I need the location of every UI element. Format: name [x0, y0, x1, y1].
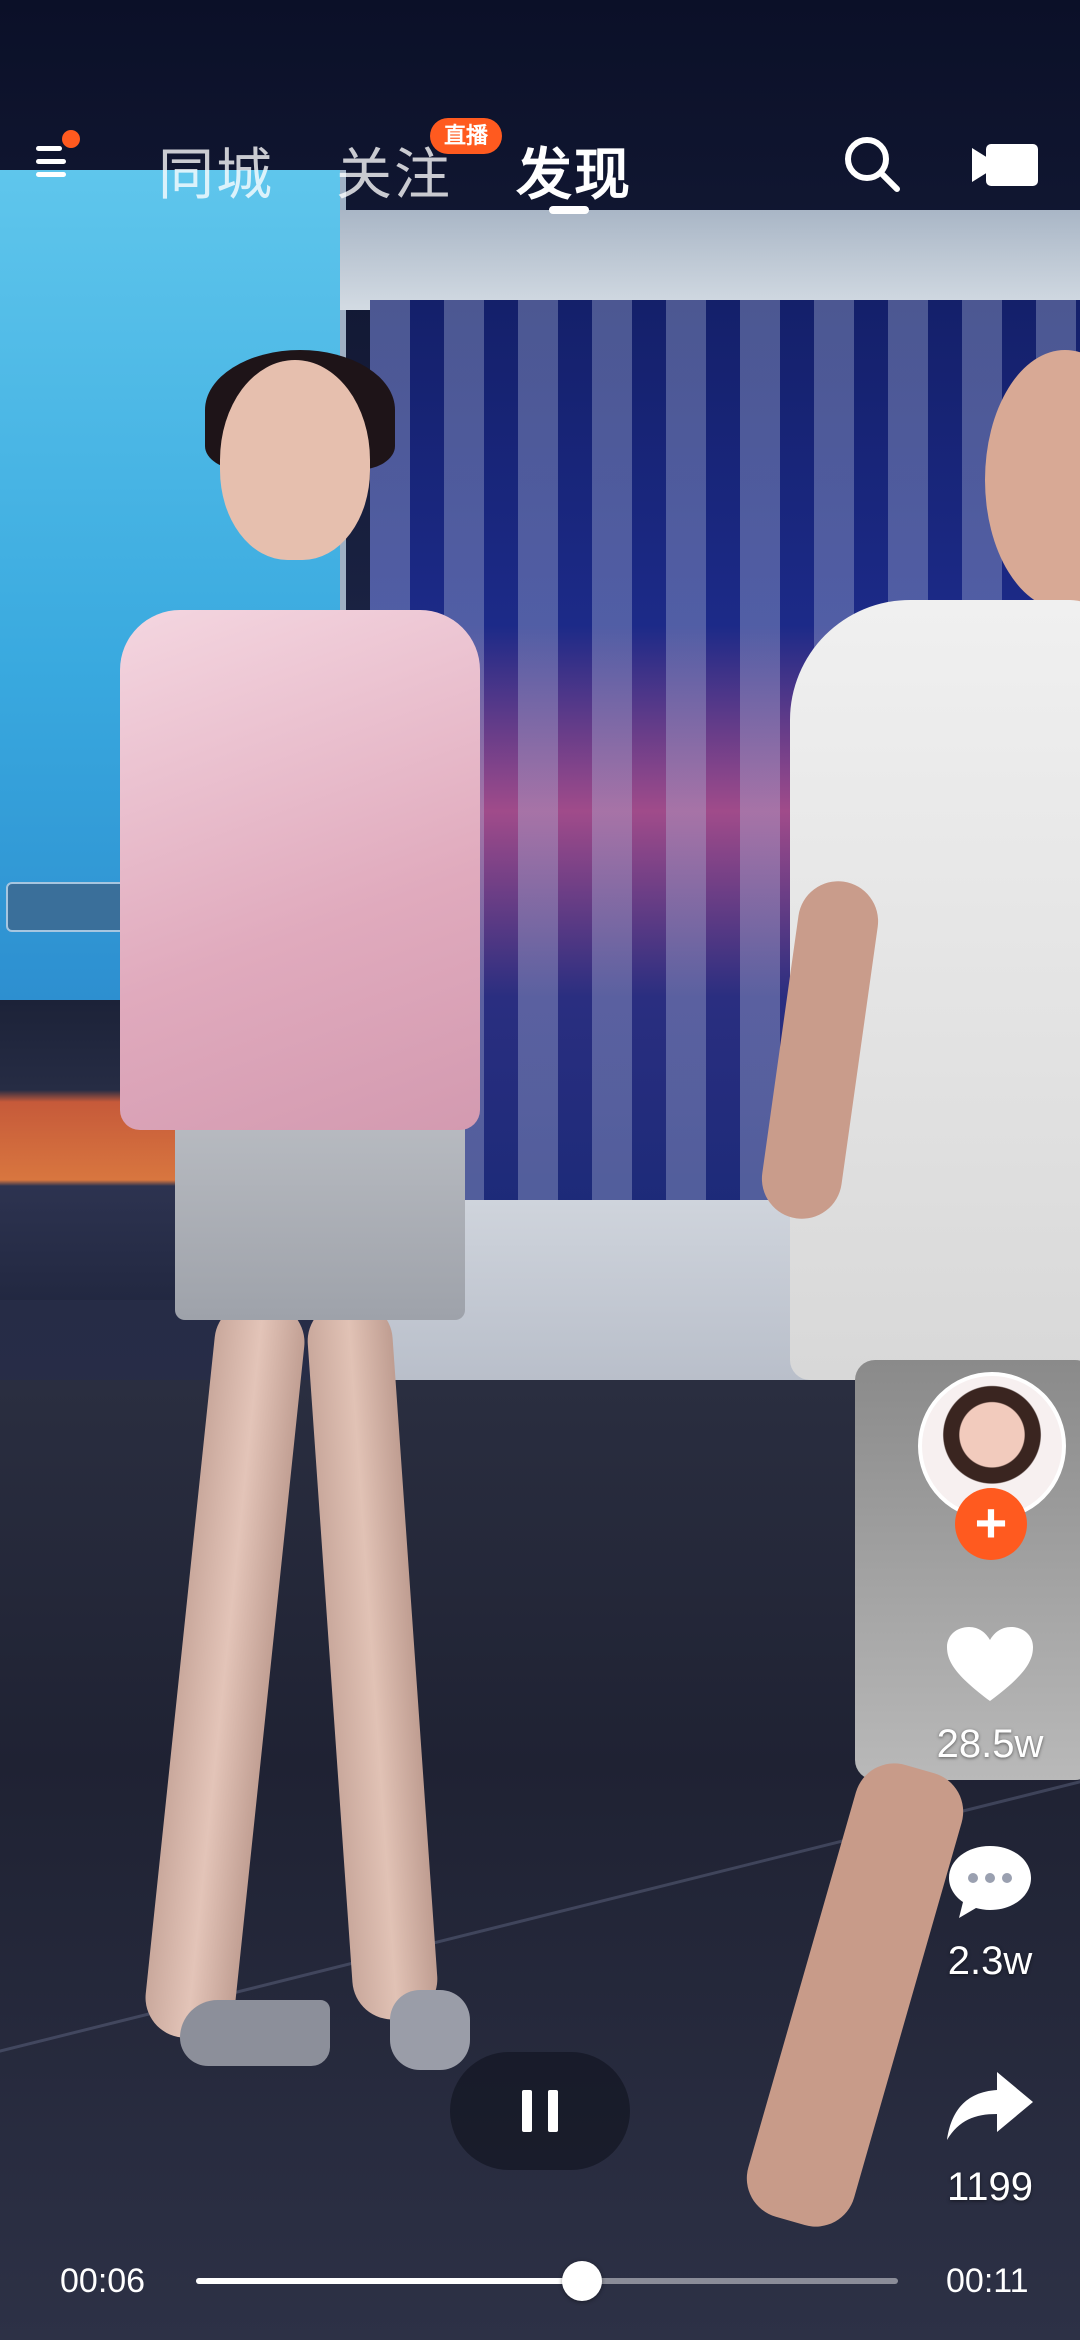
share-count: 1199: [946, 2165, 1033, 2209]
current-time: 00:06: [60, 2262, 146, 2300]
active-tab-indicator: [549, 206, 589, 214]
studio-screen-button: [6, 882, 138, 932]
share-icon: [947, 2072, 1033, 2140]
menu-icon-line: [36, 172, 66, 177]
top-nav: 同城 关注 直播 发现: [0, 110, 1080, 230]
woman-skirt: [175, 1110, 465, 1320]
comment-icon: [949, 1846, 1031, 1918]
heart-icon: [947, 1627, 1033, 1701]
video-frame[interactable]: [0, 0, 1080, 2340]
tab-faxian[interactable]: 发现: [516, 130, 632, 211]
pause-icon-bar: [548, 2090, 558, 2132]
pause-button[interactable]: [450, 2052, 630, 2170]
search-button[interactable]: [840, 132, 904, 196]
total-time: 00:11: [946, 2262, 1029, 2300]
menu-icon: [36, 146, 62, 151]
woman-face: [220, 360, 370, 560]
camera-button[interactable]: [970, 140, 1040, 190]
progress-knob[interactable]: [562, 2261, 603, 2301]
menu-button[interactable]: [32, 130, 88, 188]
comment-count: 2.3w: [947, 1939, 1033, 1983]
woman-jacket: [120, 610, 480, 1130]
tab-tongcheng[interactable]: 同城: [158, 130, 274, 211]
video-camera-icon: [972, 144, 1038, 186]
like-button[interactable]: 28.5w: [905, 1625, 1075, 1767]
live-badge: 直播: [430, 118, 503, 154]
follow-button[interactable]: +: [955, 1488, 1027, 1560]
notification-dot: [62, 130, 80, 148]
progress-bar[interactable]: [196, 2261, 898, 2301]
status-bar: [0, 0, 1080, 80]
like-count: 28.5w: [936, 1722, 1044, 1766]
woman-shoe: [390, 1990, 470, 2070]
woman-shoe: [180, 2000, 330, 2066]
progress-fill: [196, 2278, 583, 2284]
share-button[interactable]: 1199: [905, 2068, 1075, 2210]
menu-icon-line: [36, 159, 66, 164]
pause-icon: [522, 2090, 532, 2132]
comment-button[interactable]: 2.3w: [905, 1842, 1075, 1984]
search-icon: [845, 137, 900, 192]
